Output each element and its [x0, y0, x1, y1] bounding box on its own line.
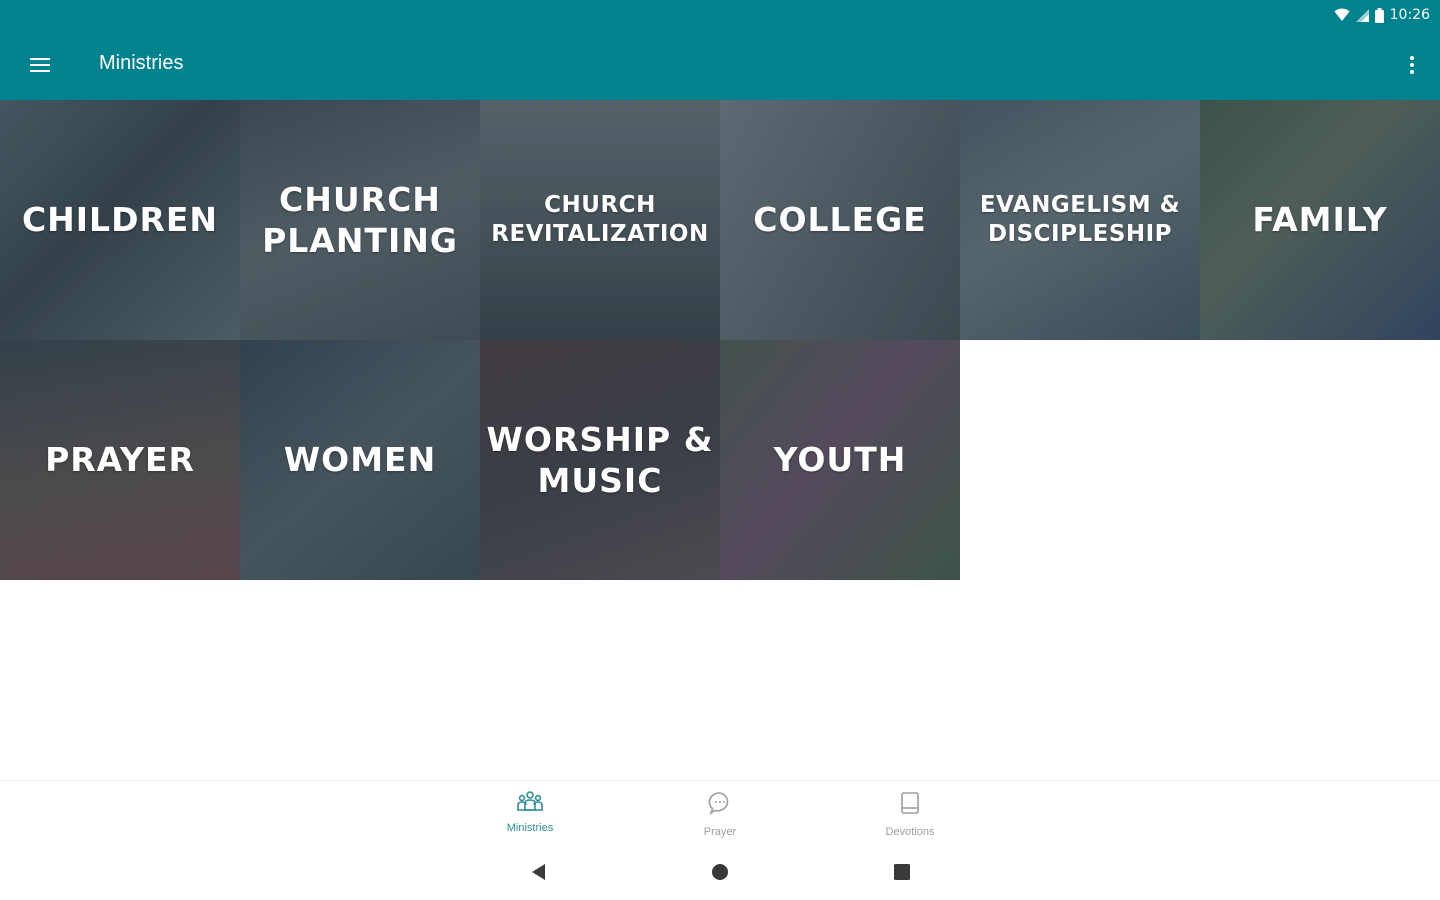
hamburger-menu-icon[interactable]	[16, 43, 64, 87]
nav-item-devotions[interactable]: Devotions	[850, 791, 970, 839]
tile-women[interactable]: WOMEN	[240, 340, 480, 580]
battery-icon	[1374, 7, 1384, 23]
tile-label: FAMILY	[1252, 200, 1388, 240]
tile-college[interactable]: COLLEGE	[720, 100, 960, 340]
tile-label: CHILDREN	[21, 200, 219, 240]
tile-label: YOUTH	[773, 440, 907, 480]
tile-label: COLLEGE	[753, 200, 927, 240]
nav-label: Ministries	[506, 822, 554, 834]
tile-label: WORSHIP & MUSIC	[486, 419, 714, 500]
nav-label: Prayer	[703, 826, 737, 838]
tile-label: WOMEN	[283, 440, 437, 480]
cell-signal-icon	[1355, 8, 1369, 22]
tile-church-planting[interactable]: CHURCH PLANTING	[240, 100, 480, 340]
tile-youth[interactable]: YOUTH	[720, 340, 960, 580]
tile-children[interactable]: CHILDREN	[0, 100, 240, 340]
tile-label: CHURCH REVITALIZATION	[491, 192, 709, 247]
wifi-icon	[1334, 8, 1350, 22]
tile-label: CHURCH PLANTING	[262, 179, 458, 260]
tile-prayer[interactable]: PRAYER	[0, 340, 240, 580]
status-time: 10:26	[1389, 7, 1430, 23]
system-navigation-bar	[0, 842, 1440, 900]
more-vert-icon[interactable]	[1396, 43, 1428, 87]
chat-bubble-icon	[708, 791, 732, 820]
tile-label: PRAYER	[45, 440, 195, 480]
home-icon[interactable]	[704, 860, 736, 884]
status-bar: 10:26	[0, 0, 1440, 30]
recents-icon[interactable]	[886, 860, 918, 884]
page-title: Ministries	[99, 52, 184, 74]
nav-item-ministries[interactable]: Ministries	[470, 791, 590, 839]
book-icon	[899, 791, 921, 820]
back-icon[interactable]	[522, 860, 554, 884]
tile-church-revitalization[interactable]: CHURCH REVITALIZATION	[480, 100, 720, 340]
status-icons: 10:26	[1334, 5, 1430, 25]
tile-worship-music[interactable]: WORSHIP & MUSIC	[480, 340, 720, 580]
nav-label: Devotions	[885, 826, 935, 838]
tile-label: EVANGELISM & DISCIPLESHIP	[979, 192, 1181, 247]
bottom-navigation: Ministries Prayer Devotions	[0, 780, 1440, 842]
tile-family[interactable]: FAMILY	[1200, 100, 1440, 340]
tile-evangelism-discipleship[interactable]: EVANGELISM & DISCIPLESHIP	[960, 100, 1200, 340]
nav-item-prayer[interactable]: Prayer	[660, 791, 780, 839]
people-group-icon	[516, 791, 544, 816]
app-bar: Ministries	[0, 30, 1440, 100]
